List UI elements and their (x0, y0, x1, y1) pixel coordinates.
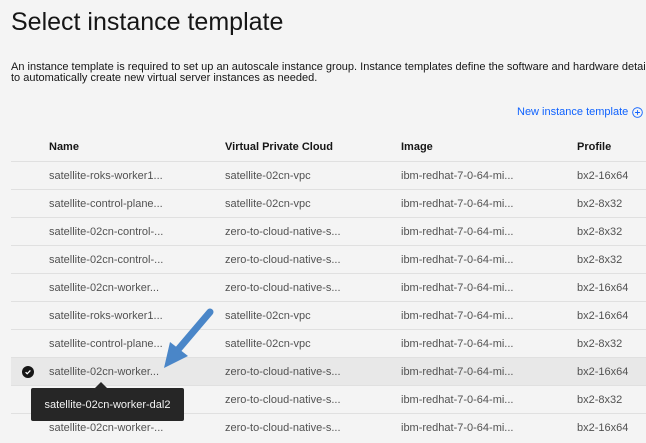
add-circle-icon (632, 106, 644, 118)
row-select-cell[interactable] (11, 365, 49, 378)
row-image-cell: ibm-redhat-7-0-64-mi... (401, 197, 514, 210)
table-row[interactable]: satellite-02cn-worker... zero-to-cloud-na… (11, 273, 646, 301)
row-vpc-cell: satellite-02cn-vpc (225, 169, 311, 182)
table-row[interactable]: satellite-control-plane... satellite-02cn… (11, 329, 646, 357)
table-row[interactable]: satellite-02cn-control-... zero-to-cloud-… (11, 245, 646, 273)
row-vpc-cell: satellite-02cn-vpc (225, 197, 311, 210)
row-image-cell: ibm-redhat-7-0-64-mi... (401, 281, 514, 294)
row-name-cell: satellite-control-plane... (49, 197, 163, 210)
page-description: An instance template is required to set … (11, 62, 646, 84)
row-image-cell: ibm-redhat-7-0-64-mi... (401, 253, 514, 266)
row-profile-cell: bx2-16x64 (577, 421, 629, 434)
row-name-cell: satellite-02cn-control-... (49, 253, 164, 266)
table-row[interactable]: satellite-02cn-control-... zero-to-cloud-… (11, 217, 646, 245)
column-header-vpc[interactable]: Virtual Private Cloud (225, 141, 401, 153)
checkmark-filled-icon (22, 365, 34, 378)
row-vpc-cell: zero-to-cloud-native-s... (225, 281, 341, 294)
table-header: Name Virtual Private Cloud Image Profile (11, 132, 646, 161)
row-image-cell: ibm-redhat-7-0-64-mi... (401, 393, 514, 406)
new-instance-template-link[interactable]: New instance template (517, 106, 644, 118)
table-row[interactable]: satellite-roks-worker1... satellite-02cn-… (11, 301, 646, 329)
row-profile-cell: bx2-8x32 (577, 337, 623, 350)
description-line-2: to automatically create new virtual serv… (11, 72, 318, 84)
arrow-icon (164, 308, 214, 368)
row-profile-cell: bx2-16x64 (577, 365, 629, 378)
row-profile-cell: bx2-16x64 (577, 281, 629, 294)
row-name-cell: satellite-02cn-control-... (49, 225, 164, 238)
row-profile-cell: bx2-8x32 (577, 225, 623, 238)
row-image-cell: ibm-redhat-7-0-64-mi... (401, 309, 514, 322)
column-header-profile[interactable]: Profile (577, 141, 646, 153)
row-vpc-cell: zero-to-cloud-native-s... (225, 393, 341, 406)
row-name-cell: satellite-02cn-worker... (49, 281, 160, 294)
page-title: Select instance template (11, 8, 284, 36)
row-vpc-cell: zero-to-cloud-native-s... (225, 365, 341, 378)
row-vpc-cell: zero-to-cloud-native-s... (225, 225, 341, 238)
row-name-cell: satellite-02cn-worker-... (49, 421, 164, 434)
column-header-name[interactable]: Name (49, 141, 225, 153)
row-profile-cell: bx2-8x32 (577, 253, 623, 266)
row-image-cell: ibm-redhat-7-0-64-mi... (401, 169, 514, 182)
row-profile-cell: bx2-16x64 (577, 169, 629, 182)
row-image-cell: ibm-redhat-7-0-64-mi... (401, 337, 514, 350)
row-name-cell: satellite-roks-worker1... (49, 169, 163, 182)
new-instance-template-label: New instance template (517, 106, 629, 118)
table-row[interactable]: satellite-02cn-worker... zero-to-cloud-na… (11, 357, 646, 385)
row-image-cell: ibm-redhat-7-0-64-mi... (401, 225, 514, 238)
row-image-cell: ibm-redhat-7-0-64-mi... (401, 421, 514, 434)
table-row[interactable]: satellite-control-plane... satellite-02cn… (11, 189, 646, 217)
row-vpc-cell: satellite-02cn-vpc (225, 309, 311, 322)
row-vpc-cell: zero-to-cloud-native-s... (225, 421, 341, 434)
row-image-cell: ibm-redhat-7-0-64-mi... (401, 365, 514, 378)
row-profile-cell: bx2-8x32 (577, 197, 623, 210)
row-vpc-cell: zero-to-cloud-native-s... (225, 253, 341, 266)
table-row[interactable]: satellite-roks-worker1... satellite-02cn-… (11, 161, 646, 189)
row-profile-cell: bx2-16x64 (577, 309, 629, 322)
row-name-tooltip: satellite-02cn-worker-dal2 (31, 388, 184, 421)
row-profile-cell: bx2-8x32 (577, 393, 623, 406)
row-vpc-cell: satellite-02cn-vpc (225, 337, 311, 350)
column-header-image[interactable]: Image (401, 141, 577, 153)
